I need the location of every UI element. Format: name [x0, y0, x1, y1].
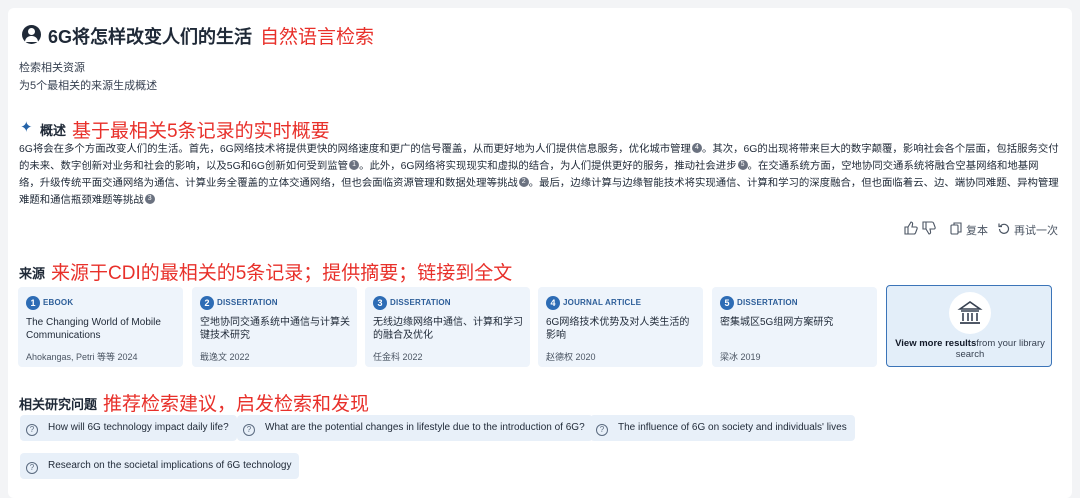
source-card-4[interactable]: 4 JOURNAL ARTICLE 6G网络技术优势及对人类生活的影响 赵德权 2… [538, 287, 703, 367]
source-meta: 赵德权 2020 [546, 352, 596, 362]
source-meta: 任金科 2022 [373, 352, 423, 362]
source-card-1[interactable]: 1 EBOOK The Changing World of Mobile Comm… [18, 287, 183, 367]
source-title: 6G网络技术优势及对人类生活的影响 [546, 317, 690, 341]
sparkle-icon: ✦ [20, 119, 33, 136]
retry-icon [998, 222, 1010, 237]
question-mark-icon: ? [596, 424, 608, 436]
answer-card: 6G将怎样改变人们的生活 自然语言检索 检索相关资源 为5个最相关的来源生成概述 … [8, 8, 1072, 498]
sources-heading: 来源 来源于CDI的最相关的5条记录；提供摘要；链接到全文 [19, 257, 512, 284]
source-meta: 梁冰 2019 [720, 352, 761, 362]
source-type: DISSERTATION [390, 298, 451, 308]
chip-label: How will 6G technology impact daily life… [48, 422, 229, 433]
source-meta: Ahokangas, Petri 等等 2024 [26, 352, 138, 362]
source-type: DISSERTATION [737, 298, 798, 308]
question-mark-icon: ? [26, 424, 38, 436]
related-question-chip-3[interactable]: ? The influence of 6G on society and indi… [590, 415, 855, 441]
source-number-badge: 5 [720, 295, 734, 310]
copy-icon [950, 221, 962, 238]
source-type: EBOOK [43, 298, 74, 308]
view-more-bold: View more results [895, 338, 977, 349]
retry-label: 再试一次 [1014, 224, 1058, 237]
annotation-overview: 基于最相关5条记录的实时概要 [72, 121, 330, 142]
source-number-badge: 2 [200, 295, 214, 310]
source-number-badge: 1 [26, 295, 40, 310]
related-title: 相关研究问题 [19, 397, 98, 412]
citation-badge[interactable]: 3 [144, 194, 155, 204]
overview-text: 6G将会在多个方面改变人们的生活。首先，6G网络技术将提供更快的网络速度和更广的… [19, 141, 1059, 209]
related-question-chip-2[interactable]: ? What are the potential changes in lifes… [237, 415, 593, 441]
question-title: 6G将怎样改变人们的生活 自然语言检索 [48, 22, 374, 49]
retry-button[interactable]: 再试一次 [998, 222, 1058, 238]
view-more-text: View more resultsfrom your library searc… [893, 338, 1047, 360]
library-icon [949, 292, 991, 334]
chip-label: The influence of 6G on society and indiv… [618, 422, 847, 433]
sources-title: 来源 [19, 266, 46, 281]
citation-badge[interactable]: 2 [518, 177, 529, 187]
overview-segment: 。此外，6G网络将实现现实和虚拟的结合，为人们提供更好的服务，推动社会进步 [359, 161, 737, 172]
overview-segment: 6G将会在多个方面改变人们的生活。首先，6G网络技术将提供更快的网络速度和更广的… [19, 144, 691, 155]
chip-label: Research on the societal implications of… [48, 460, 292, 471]
citation-badge[interactable]: 1 [349, 160, 360, 170]
overview-actions: 复本 再试一次 [904, 221, 1058, 238]
user-icon [22, 25, 41, 44]
source-title: 空地协同交通系统中通信与计算关键技术研究 [200, 317, 350, 341]
source-title: 密集城区5G组网方案研究 [720, 317, 834, 328]
view-more-results-card[interactable]: View more resultsfrom your library searc… [886, 285, 1052, 367]
copy-button[interactable]: 复本 [950, 221, 988, 238]
annotation-related: 推荐检索建议，启发检索和发现 [103, 394, 370, 415]
overview-heading: 概述 基于最相关5条记录的实时概要 [40, 114, 330, 142]
question-mark-icon: ? [243, 424, 255, 436]
question-text: 6G将怎样改变人们的生活 [48, 27, 253, 47]
source-type: DISSERTATION [217, 298, 278, 308]
search-step-1: 检索相关资源 [19, 62, 85, 74]
source-card-5[interactable]: 5 DISSERTATION 密集城区5G组网方案研究 梁冰 2019 [712, 287, 877, 367]
annotation-natural-language: 自然语言检索 [260, 27, 375, 48]
chip-label: What are the potential changes in lifest… [265, 422, 585, 433]
source-number-badge: 3 [373, 295, 387, 310]
related-question-chip-1[interactable]: ? How will 6G technology impact daily lif… [20, 415, 237, 441]
source-card-2[interactable]: 2 DISSERTATION 空地协同交通系统中通信与计算关键技术研究 戢逸文 2… [192, 287, 357, 367]
source-title: The Changing World of Mobile Communicati… [26, 317, 161, 341]
thumbs-down-icon[interactable] [922, 221, 936, 238]
source-meta: 戢逸文 2022 [200, 352, 250, 362]
source-number-badge: 4 [546, 295, 560, 310]
search-step-2: 为5个最相关的来源生成概述 [19, 80, 158, 92]
source-card-3[interactable]: 3 DISSERTATION 无线边缘网络中通信、计算和学习的融合及优化 任金科 … [365, 287, 530, 367]
source-type: JOURNAL ARTICLE [563, 298, 642, 308]
overview-title: 概述 [40, 123, 67, 138]
related-heading: 相关研究问题 推荐检索建议，启发检索和发现 [19, 388, 369, 415]
thumbs-up-icon[interactable] [904, 221, 918, 238]
citation-badge[interactable]: 5 [737, 160, 748, 170]
question-mark-icon: ? [26, 462, 38, 474]
related-question-chip-4[interactable]: ? Research on the societal implications o… [20, 453, 300, 479]
annotation-sources: 来源于CDI的最相关的5条记录；提供摘要；链接到全文 [51, 263, 513, 284]
citation-badge[interactable]: 4 [691, 143, 702, 153]
copy-label: 复本 [966, 224, 988, 237]
source-title: 无线边缘网络中通信、计算和学习的融合及优化 [373, 317, 523, 341]
